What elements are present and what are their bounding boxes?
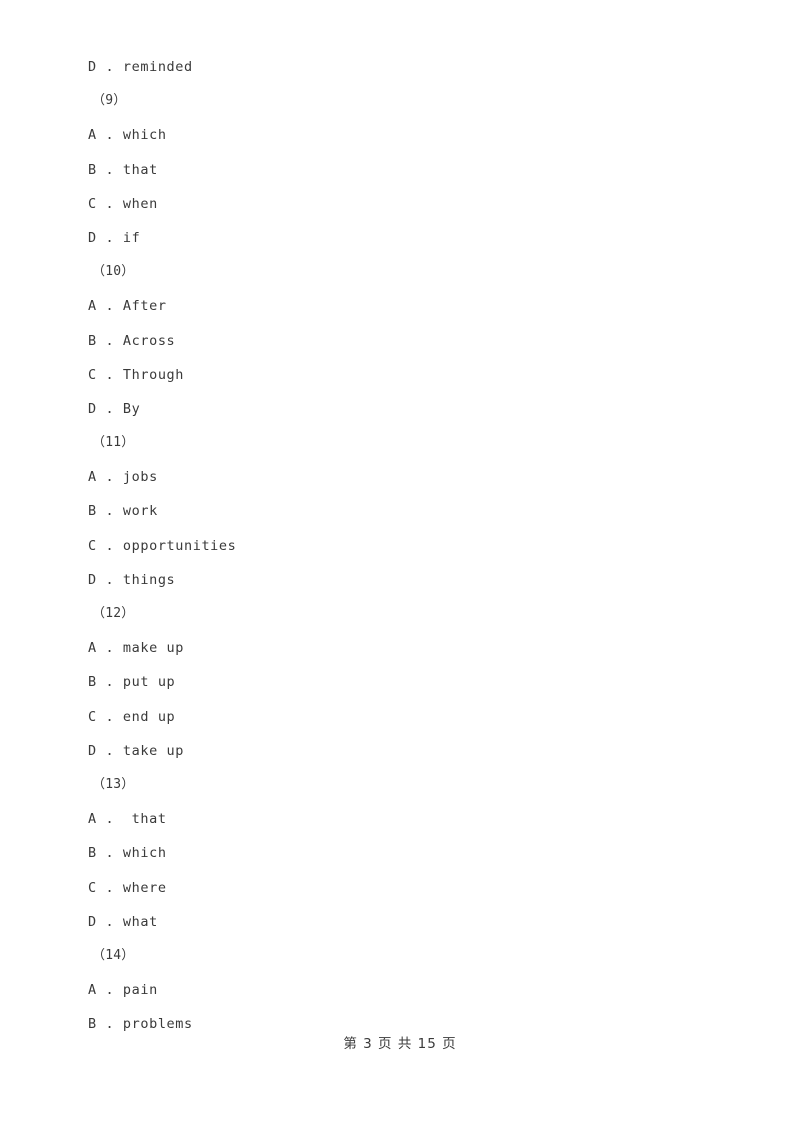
answer-option: C . where xyxy=(88,879,167,896)
answer-option: D . if xyxy=(88,229,141,246)
page-footer: 第 3 页 共 15 页 xyxy=(343,1036,457,1052)
answer-option: B . put up xyxy=(88,674,176,691)
question-number: （11） xyxy=(92,435,135,451)
answer-option: B . which xyxy=(88,845,167,862)
answer-option: A . that xyxy=(88,811,167,828)
answer-option: C . end up xyxy=(88,708,176,725)
question-number: （9） xyxy=(92,93,127,109)
document-page: D . reminded （9） A . which B . that C . when… xyxy=(0,0,800,1132)
question-number: （12） xyxy=(92,606,135,621)
answer-option: A . make up xyxy=(88,640,185,657)
question-number: （13） xyxy=(92,776,135,792)
answer-option: B . Across xyxy=(88,332,176,349)
answer-option: B . work xyxy=(88,503,158,520)
answer-option: D . reminded xyxy=(88,59,193,75)
question-options-list: D . reminded （9） A . which B . that C . when… xyxy=(88,50,728,1041)
answer-option: A . which xyxy=(88,127,167,144)
question-number: （14） xyxy=(92,947,135,963)
answer-option: D . things xyxy=(88,571,176,588)
answer-option: D . what xyxy=(88,913,158,930)
answer-option: A . pain xyxy=(88,982,158,999)
answer-option: D . By xyxy=(88,400,141,417)
answer-option: D . take up xyxy=(88,742,185,759)
answer-option: A . jobs xyxy=(88,469,158,486)
answer-option: C . opportunities xyxy=(88,537,237,554)
answer-option: A . After xyxy=(88,298,167,315)
answer-option: C . when xyxy=(88,195,158,212)
question-number: （10） xyxy=(92,264,135,280)
answer-option: B . that xyxy=(88,161,158,178)
answer-option: C . Through xyxy=(88,366,185,383)
